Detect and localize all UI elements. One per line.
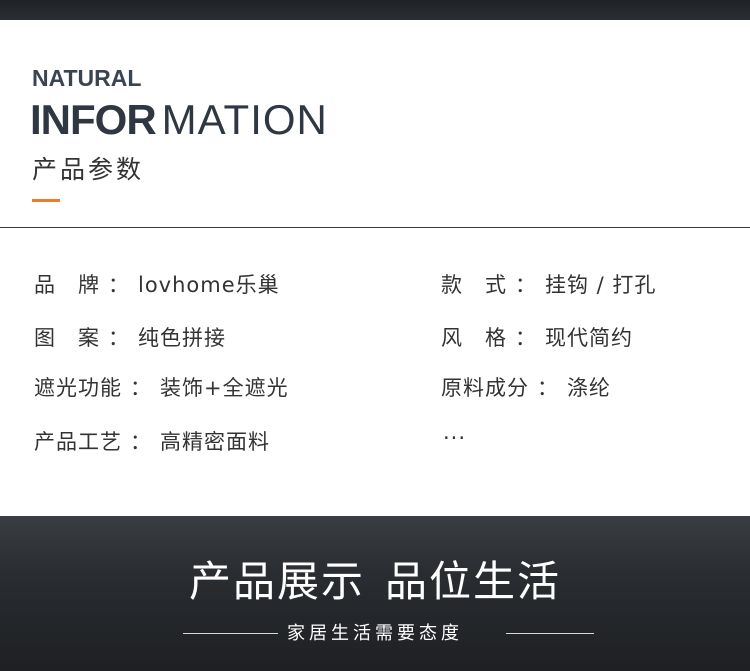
section-divider <box>0 227 750 228</box>
spec-key: 遮光功能 <box>34 376 122 400</box>
spec-colon: ： <box>515 326 537 350</box>
spec-pattern: 图 案 ： 纯色拼接 <box>34 324 226 352</box>
subtitle-line-right <box>506 633 594 634</box>
eyebrow-text: NATURAL <box>32 65 142 91</box>
spec-value: 涤纶 <box>567 376 611 400</box>
spec-colon: ： <box>515 273 537 297</box>
spec-colon: ： <box>108 273 130 297</box>
spec-key: 原料成分 <box>441 376 529 400</box>
spec-colon: ： <box>537 376 559 400</box>
banner-subtitle-row: 家居生活需要态度 <box>0 620 750 648</box>
spec-shading: 遮光功能 ： 装饰+全遮光 <box>34 374 289 402</box>
headline-bold: INFOR <box>30 96 157 143</box>
spec-key: 品 牌 <box>34 273 100 297</box>
spec-style: 款 式 ： 挂钩 / 打孔 <box>441 271 656 299</box>
section-title: 产品参数 <box>32 155 145 184</box>
spec-key: 产品工艺 <box>34 430 122 454</box>
banner-title: 产品展示 品位生活 <box>0 556 750 608</box>
spec-design: 风 格 ： 现代简约 <box>441 324 633 352</box>
spec-colon: ： <box>130 376 152 400</box>
spec-value: 挂钩 / 打孔 <box>545 273 657 297</box>
headline: INFOR MATION <box>30 96 328 144</box>
spec-brand: 品 牌 ： lovhome乐巢 <box>34 271 280 299</box>
banner-title-part2: 品位生活 <box>385 557 562 606</box>
spec-value: 高精密面料 <box>160 430 270 454</box>
spec-key: 款 式 <box>441 273 507 297</box>
spec-key: 图 案 <box>34 326 100 350</box>
spec-colon: ： <box>130 430 152 454</box>
headline-light: MATION <box>161 96 328 143</box>
top-dark-band <box>0 0 750 20</box>
spec-material: 原料成分 ： 涤纶 <box>441 374 611 402</box>
spec-value: 纯色拼接 <box>138 326 226 350</box>
spec-value: 装饰+全遮光 <box>160 376 289 400</box>
spec-craft: 产品工艺 ： 高精密面料 <box>34 428 270 456</box>
spec-value: 现代简约 <box>545 326 633 350</box>
banner-subtitle: 家居生活需要态度 <box>287 623 463 644</box>
spec-more-ellipsis: ··· <box>443 426 467 450</box>
spec-colon: ： <box>108 326 130 350</box>
accent-underline <box>32 199 60 202</box>
spec-key: 风 格 <box>441 326 507 350</box>
spec-value: lovhome乐巢 <box>138 273 280 297</box>
banner-title-part1: 产品展示 <box>188 557 365 606</box>
